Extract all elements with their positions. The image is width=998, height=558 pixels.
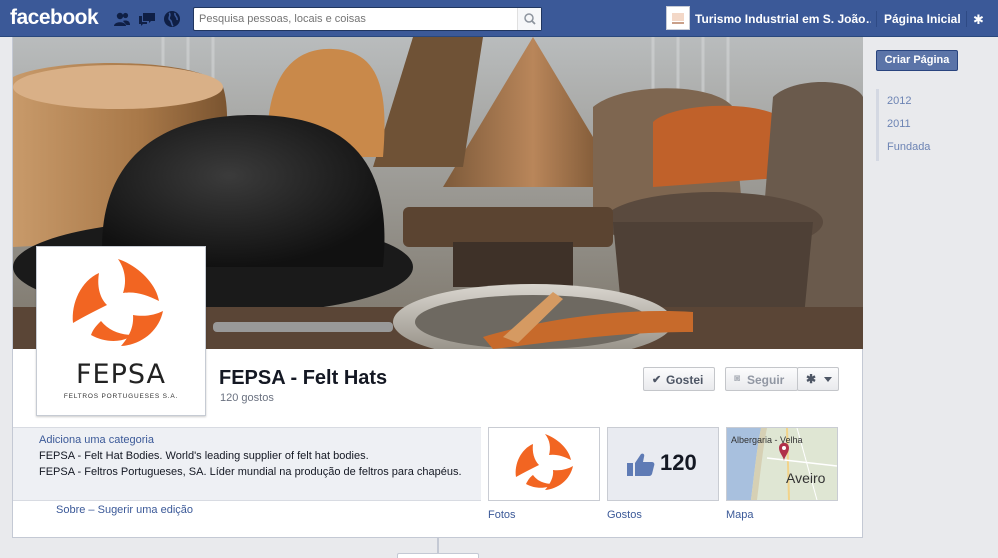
page-options-button[interactable]: ✱ (797, 367, 839, 391)
settings-gear-icon[interactable]: ✱ (973, 12, 984, 28)
add-category-link[interactable]: Adiciona uma categoria (39, 434, 154, 446)
photos-tile-label[interactable]: Fotos (488, 509, 516, 521)
link-separator: – (88, 504, 98, 516)
timeline-year-nav: 2012 2011 Fundada (876, 89, 986, 161)
timeline-next-box (397, 553, 479, 558)
suggest-edit-link[interactable]: Sugerir uma edição (98, 504, 193, 516)
about-description: FEPSA - Felt Hat Bodies. World's leading… (39, 450, 369, 462)
likes-tile-label[interactable]: Gostos (607, 509, 642, 521)
page-title: FEPSA - Felt Hats (219, 367, 388, 389)
about-box: Adiciona uma categoria FEPSA - Felt Hat … (13, 427, 481, 501)
search-box[interactable] (193, 7, 542, 31)
profile-picture[interactable]: FEPSA FELTROS PORTUGUESES S.A. (36, 246, 206, 416)
page-timeline: FEPSA FELTROS PORTUGUESES S.A. FEPSA - F… (12, 37, 863, 538)
search-input[interactable] (194, 8, 516, 30)
map-tile-label[interactable]: Mapa (726, 509, 754, 521)
likes-count[interactable]: 120 gostos (220, 392, 274, 404)
facebook-logo[interactable]: facebook (10, 6, 99, 30)
chevron-down-icon (824, 377, 832, 382)
year-link-2012[interactable]: 2012 (887, 95, 911, 107)
thumbs-up-icon (627, 453, 655, 476)
about-description: FEPSA - Feltros Portugueses, SA. Líder m… (39, 466, 462, 478)
search-button[interactable] (517, 8, 541, 30)
map-city-label: Aveiro (786, 470, 826, 486)
likes-tile[interactable]: 120 (607, 427, 719, 501)
notifications-globe-icon[interactable] (163, 10, 181, 28)
liked-button-label: Gostei (666, 373, 704, 387)
year-link-2011[interactable]: 2011 (887, 118, 911, 130)
fepsa-wordmark: FEPSA (76, 359, 166, 390)
about-links: Sobre – Sugerir uma edição (56, 504, 193, 516)
photos-thumbnail (489, 428, 599, 500)
search-icon (524, 13, 536, 25)
fepsa-triangle-logo-icon (72, 259, 163, 346)
page-avatar[interactable] (666, 6, 690, 30)
fepsa-logo: FEPSA FELTROS PORTUGUESES S.A. (41, 251, 201, 411)
active-page-name[interactable]: Turismo Industrial em S. João… (695, 12, 871, 26)
photos-tile[interactable] (488, 427, 600, 501)
checkmark-icon: ✔ (652, 374, 662, 386)
rss-icon: ◙ (734, 373, 741, 384)
messages-icon[interactable] (138, 10, 156, 28)
follow-button[interactable]: ◙ Seguir (725, 367, 798, 391)
map-tile[interactable]: Albergaria - Velha Aveiro (726, 427, 838, 501)
year-link-founded[interactable]: Fundada (887, 141, 930, 153)
home-link[interactable]: Página Inicial (884, 12, 961, 26)
fepsa-subtitle: FELTROS PORTUGUESES S.A. (63, 393, 179, 400)
liked-button[interactable]: ✔ Gostei (643, 367, 715, 391)
follow-button-label: Seguir (747, 373, 785, 387)
map-town-label: Albergaria - Velha (731, 435, 803, 445)
topbar-divider (876, 11, 877, 27)
topbar-divider (966, 11, 967, 27)
create-page-button[interactable]: Criar Página (876, 50, 958, 71)
likes-tile-count: 120 (660, 450, 697, 475)
gear-icon: ✱ (806, 372, 817, 386)
about-link[interactable]: Sobre (56, 504, 85, 516)
top-bar: facebook Turismo Industrial em S. João… … (0, 0, 998, 37)
friend-requests-icon[interactable] (113, 10, 131, 28)
